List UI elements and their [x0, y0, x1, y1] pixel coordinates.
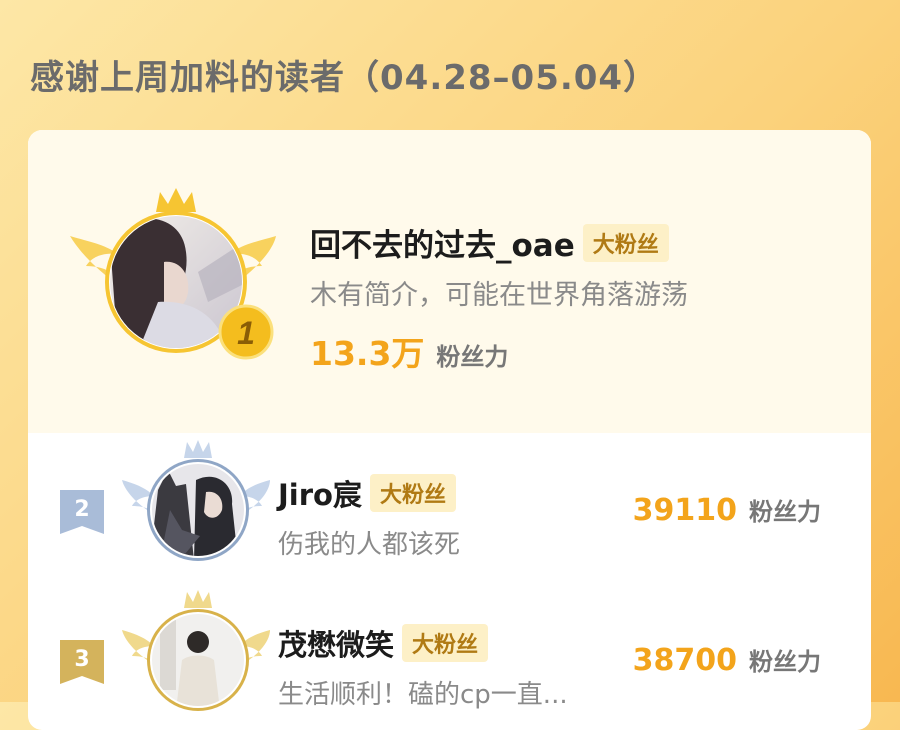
rank-1-fan-tag: 大粉丝 — [582, 223, 669, 262]
rank-2-name[interactable]: Jiro宸 — [278, 472, 362, 514]
rank-3-fan-tag: 大粉丝 — [402, 624, 489, 662]
rank-1-bio: 木有简介，可能在世界角落游荡 — [310, 280, 688, 311]
rank-2-fan-tag: 大粉丝 — [369, 474, 456, 512]
rank-3-fans-unit: 粉丝力 — [749, 648, 821, 676]
rank-1-avatar-badge[interactable]: 1 — [68, 182, 278, 372]
crown-icon — [156, 188, 196, 212]
rank-2-fans: 39110 粉丝力 — [633, 492, 821, 528]
rank-2-fans-unit: 粉丝力 — [749, 498, 821, 526]
rank-1-name[interactable]: 回不去的过去_oae — [310, 220, 575, 265]
rank-2-row[interactable]: 2 Jiro宸 大粉丝 伤我的人都该死 39110 粉丝力 — [28, 440, 871, 580]
rank-3-fans: 38700 粉丝力 — [633, 642, 821, 678]
crown-icon — [184, 440, 212, 458]
rank-2-flag: 2 — [60, 490, 104, 534]
rank-1-fans: 13.3万 粉丝力 — [310, 327, 508, 375]
rank-1-fans-value: 13.3万 — [310, 334, 425, 373]
rank-3-fans-value: 38700 — [632, 643, 737, 678]
rank-3-flag: 3 — [60, 640, 104, 684]
ranking-card: 1 回不去的过去_oae 大粉丝 木有简介，可能在世界角落游荡 13.3万 粉丝… — [28, 130, 871, 730]
rank-3-avatar-badge[interactable] — [120, 590, 270, 720]
rank-1-number: 1 — [237, 315, 255, 351]
rank-2-bio: 伤我的人都该死 — [278, 530, 461, 560]
rank-2-fans-value: 39110 — [632, 493, 737, 528]
rank-3-name[interactable]: 茂懋微笑 — [278, 622, 394, 664]
rank-3-bio: 生活顺利！磕的cp一直... — [278, 680, 568, 710]
rank-3-number: 3 — [74, 647, 90, 672]
page-title: 感谢上周加料的读者（04.28–05.04） — [30, 58, 659, 98]
top-fan-section[interactable]: 1 回不去的过去_oae 大粉丝 木有简介，可能在世界角落游荡 13.3万 粉丝… — [28, 130, 871, 433]
rank-3-row[interactable]: 3 茂懋微笑 大粉丝 生活顺利！磕的cp一直... 38700 粉丝力 — [28, 590, 871, 730]
rank-2-number: 2 — [74, 497, 90, 522]
rank-1-fans-unit: 粉丝力 — [436, 343, 509, 371]
crown-icon — [184, 590, 212, 608]
rank-2-avatar-badge[interactable] — [120, 440, 270, 570]
